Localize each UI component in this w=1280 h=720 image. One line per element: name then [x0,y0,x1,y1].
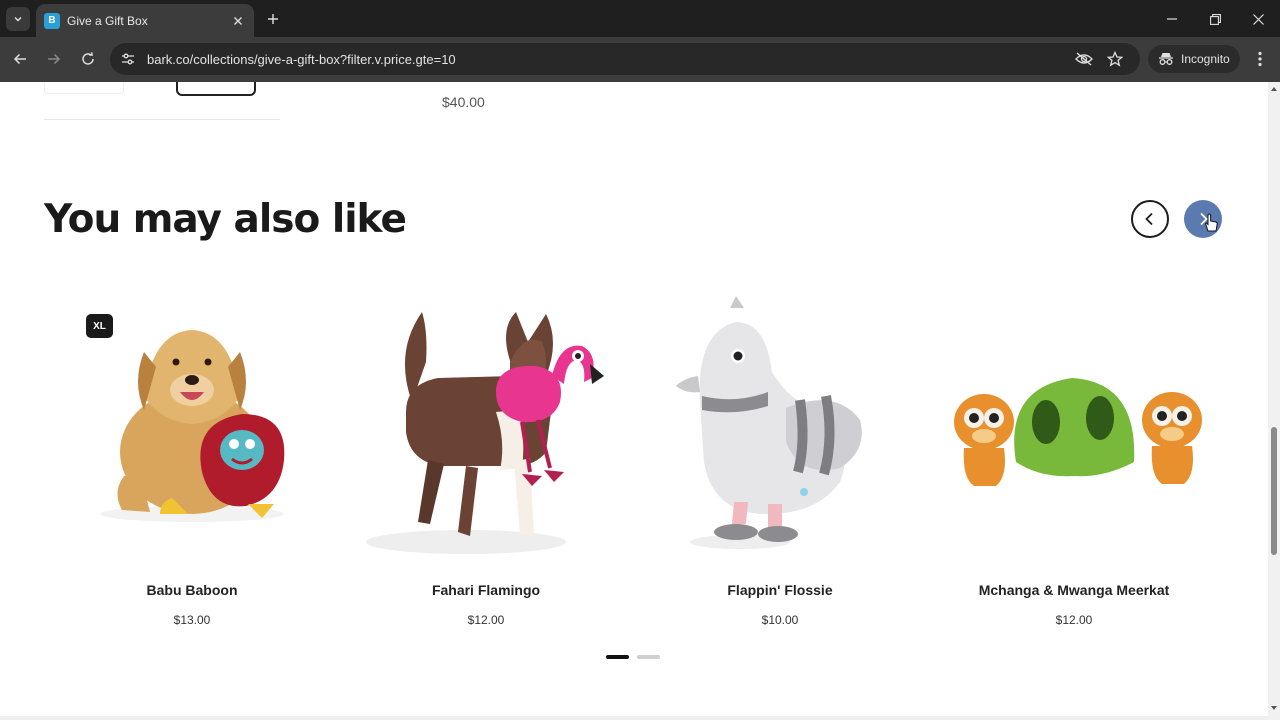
carousel-dot-1[interactable] [606,655,629,659]
tab-close-button[interactable] [230,13,246,29]
tracking-protection-button[interactable] [1075,50,1093,68]
carousel-prev-button[interactable] [1131,200,1169,238]
favicon-letter: B [48,15,56,26]
close-window-button[interactable] [1248,9,1268,29]
page-content: $40.00 You may also like XL Babu Baboon … [0,82,1268,720]
product-image-flamingo-dog [366,312,604,554]
browser-toolbar: bark.co/collections/give-a-gift-box?filt… [0,37,1280,82]
product-card[interactable]: Mchanga & Mwanga Meerkat $12.00 [934,292,1214,632]
minimize-button[interactable] [1162,9,1182,29]
hand-cursor-icon [1205,213,1218,232]
bark-favicon-icon: B [44,12,60,29]
reload-button[interactable] [77,48,99,70]
previous-product-price: $40.00 [442,94,485,110]
plus-icon [268,14,278,24]
site-info-button[interactable] [119,50,137,68]
arrow-left-icon [13,53,26,65]
carousel-pagination [606,655,660,659]
chevron-down-icon [14,16,22,22]
product-card[interactable]: Flappin' Flossie $10.00 [640,292,920,632]
previous-option-tile-selected[interactable] [176,82,256,96]
arrow-right-icon [48,53,61,65]
chevron-left-icon [1145,212,1153,226]
bookmark-button[interactable] [1106,50,1124,68]
minimize-icon [1167,18,1177,20]
star-icon [1107,51,1123,67]
restore-button[interactable] [1205,9,1225,29]
back-button[interactable] [9,48,31,70]
page-bottom-edge [0,716,1268,720]
product-price: $10.00 [761,613,799,627]
carousel-dot-2[interactable] [637,655,660,659]
browser-tab-strip: B Give a Gift Box [0,0,1280,37]
tune-icon [122,53,134,65]
restore-icon [1209,13,1221,25]
product-name[interactable]: Babu Baboon [52,582,332,598]
more-vert-icon [1258,51,1262,67]
product-image-meerkat-toy [954,378,1202,486]
product-price: $12.00 [1055,613,1093,627]
reload-icon [82,52,94,65]
close-icon [234,16,242,25]
eye-off-icon [1075,52,1093,66]
product-price: $12.00 [467,613,505,627]
page-scrollbar[interactable] [1268,82,1280,720]
product-card[interactable]: Fahari Flamingo $12.00 [346,292,626,632]
size-badge: XL [86,314,113,338]
incognito-label: Incognito [1181,52,1230,66]
incognito-icon [1159,53,1173,65]
address-bar[interactable]: bark.co/collections/give-a-gift-box?filt… [110,43,1140,75]
new-tab-button[interactable] [263,9,283,29]
scroll-up-arrow-icon[interactable] [1270,85,1278,93]
previous-option-tile[interactable] [44,82,124,94]
tab-search-button[interactable] [6,7,30,31]
product-name[interactable]: Mchanga & Mwanga Meerkat [934,582,1214,598]
scrollbar-thumb[interactable] [1271,427,1277,555]
tab-title: Give a Gift Box [67,13,148,28]
close-icon [1252,13,1264,25]
tab-active[interactable]: B Give a Gift Box [36,4,254,37]
url-text: bark.co/collections/give-a-gift-box?filt… [147,52,456,67]
scroll-down-arrow-icon[interactable] [1270,704,1278,712]
product-card[interactable]: XL Babu Baboon $13.00 [52,292,332,632]
product-name[interactable]: Flappin' Flossie [640,582,920,598]
incognito-indicator[interactable]: Incognito [1148,45,1240,73]
product-image-pigeon-toy [676,296,862,549]
product-price: $13.00 [173,613,211,627]
section-title: You may also like [44,197,407,242]
divider [44,119,280,120]
browser-menu-button[interactable] [1250,48,1270,70]
product-name[interactable]: Fahari Flamingo [346,582,626,598]
forward-button[interactable] [43,48,65,70]
